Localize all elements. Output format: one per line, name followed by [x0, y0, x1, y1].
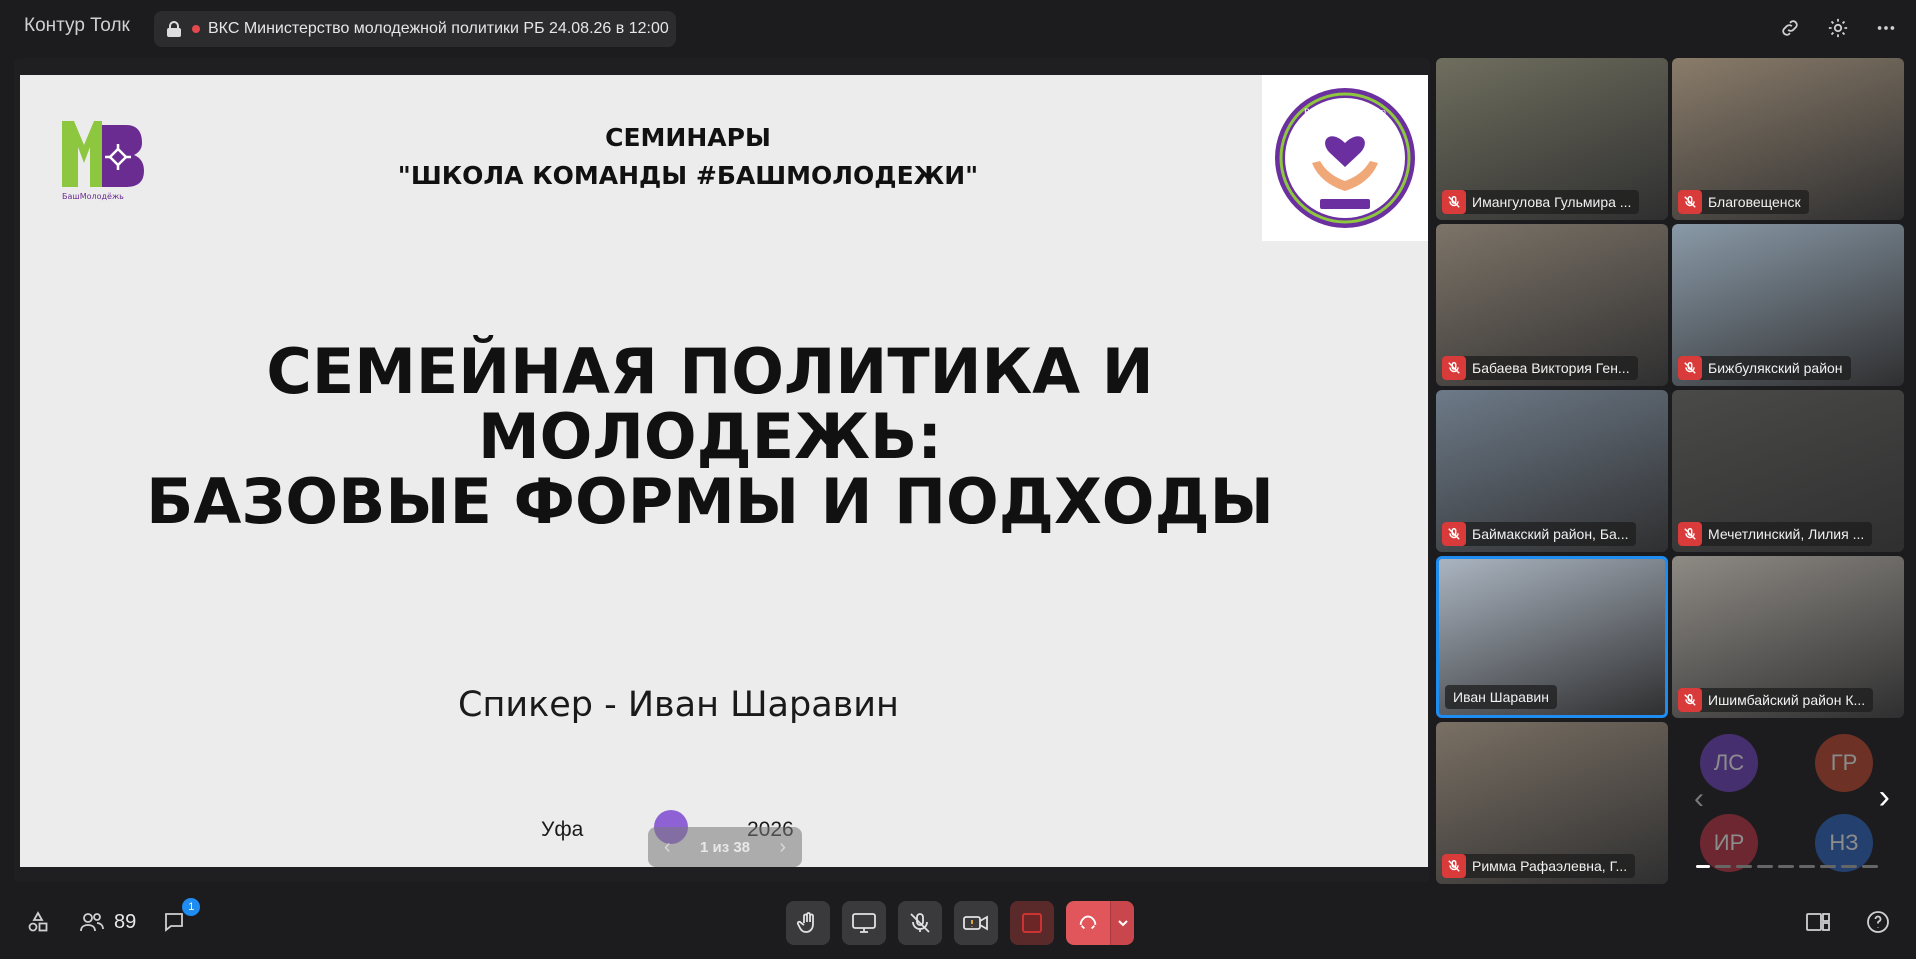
more-icon[interactable]: [1872, 14, 1900, 42]
participant-name: Имангулова Гульмира ...: [1472, 194, 1632, 210]
phone-icon[interactable]: [1066, 901, 1110, 945]
mic-off-icon: [1678, 356, 1702, 380]
link-icon[interactable]: [1776, 14, 1804, 42]
record-icon: [1022, 913, 1042, 933]
bottom-bar: 89 1: [0, 892, 1916, 959]
slide-header: СЕМИНАРЫ "ШКОЛА КОМАНДЫ #БАШМОЛОДЕЖИ": [20, 119, 1356, 195]
participant-tile[interactable]: Благовещенск: [1672, 58, 1904, 220]
avatar: ИР: [1700, 814, 1758, 872]
participant-name: Ишимбайский район К...: [1708, 692, 1866, 708]
apps-icon[interactable]: [22, 906, 54, 938]
participant-tile[interactable]: Мечетлинский, Лилия ...: [1672, 390, 1904, 552]
participants-icon[interactable]: [76, 906, 108, 938]
participant-name-bar: Иван Шаравин: [1445, 685, 1557, 709]
mic-off-icon: [1678, 522, 1702, 546]
presentation-slide: БашМолодёжь Ресурсный центр СЕМИНАРЫ "ШК…: [20, 75, 1428, 867]
hand-icon: [796, 912, 814, 933]
chevron-right-icon[interactable]: ›: [1879, 778, 1890, 817]
microphone-button[interactable]: [898, 901, 942, 945]
mic-off-icon: [1442, 854, 1466, 878]
lock-icon: [166, 21, 182, 37]
participant-name: Мечетлинский, Лилия ...: [1708, 526, 1865, 542]
participant-name-bar: Бижбулякский район: [1678, 356, 1851, 380]
participant-name: Бижбулякский район: [1708, 360, 1843, 376]
participant-tile[interactable]: Римма Рафаэлевна, Г...: [1436, 722, 1668, 884]
meeting-title: ВКС Министерство молодежной политики РБ …: [208, 20, 669, 37]
mic-off-icon: [1442, 522, 1466, 546]
participant-name-bar: Имангулова Гульмира ...: [1442, 190, 1640, 214]
slide-city: Уфа: [541, 818, 584, 841]
more-participants-group[interactable]: ЛС ГР ИР НЗ ‹ ›: [1670, 722, 1902, 884]
avatar: НЗ: [1815, 814, 1873, 872]
participant-name: Иван Шаравин: [1453, 689, 1549, 705]
avatar: ГР: [1815, 734, 1873, 792]
hang-up-button[interactable]: [1066, 901, 1134, 945]
avatar: ЛС: [1700, 734, 1758, 792]
participant-tile[interactable]: Бабаева Виктория Ген...: [1436, 224, 1668, 386]
participants-count[interactable]: 89: [114, 911, 136, 934]
slide-header-line2: "ШКОЛА КОМАНДЫ #БАШМОЛОДЕЖИ": [397, 161, 979, 190]
slide-header-line1: СЕМИНАРЫ: [605, 123, 771, 152]
meeting-title-pill[interactable]: ВКС Министерство молодежной политики РБ …: [154, 11, 676, 47]
participant-tile[interactable]: Бижбулякский район: [1672, 224, 1904, 386]
participant-name-bar: Баймакский район, Ба...: [1442, 522, 1637, 546]
recording-indicator-icon: [192, 25, 200, 33]
slide-title-line3: БАЗОВЫЕ ФОРМЫ И ПОДХОДЫ: [146, 465, 1274, 538]
participant-tile[interactable]: Ишимбайский район К...: [1672, 556, 1904, 718]
raise-hand-button[interactable]: [786, 901, 830, 945]
slide-title-line1: СЕМЕЙНАЯ ПОЛИТИКА И: [266, 335, 1154, 408]
gear-icon[interactable]: [1824, 14, 1852, 42]
prev-slide-icon[interactable]: ‹: [664, 836, 671, 859]
chevron-down-icon[interactable]: [1110, 901, 1134, 945]
camera-warning-icon: [963, 915, 988, 931]
slide-main-title: СЕМЕЙНАЯ ПОЛИТИКА И МОЛОДЕЖЬ: БАЗОВЫЕ ФО…: [20, 339, 1400, 534]
slide-pager: ‹ 1 из 38 ›: [648, 827, 802, 867]
mic-off-icon: [910, 913, 930, 933]
record-button[interactable]: [1010, 901, 1054, 945]
camera-button[interactable]: [954, 901, 998, 945]
next-slide-icon[interactable]: ›: [779, 836, 786, 859]
slide-title-line2: МОЛОДЕЖЬ:: [477, 400, 943, 473]
participant-name-bar: Мечетлинский, Лилия ...: [1678, 522, 1873, 546]
participant-name-bar: Римма Рафаэлевна, Г...: [1442, 854, 1636, 878]
pagination-dots: [1696, 865, 1878, 868]
participant-name-bar: Бабаева Виктория Ген...: [1442, 356, 1638, 380]
participant-name-bar: Благовещенск: [1678, 190, 1809, 214]
participant-tile[interactable]: Баймакский район, Ба...: [1436, 390, 1668, 552]
participant-tile[interactable]: Иван Шаравин: [1436, 556, 1668, 718]
layout-icon[interactable]: [1802, 906, 1834, 938]
monitor-icon: [852, 913, 876, 933]
chat-badge: 1: [182, 898, 201, 916]
participant-name: Римма Рафаэлевна, Г...: [1472, 858, 1628, 874]
mic-off-icon: [1442, 356, 1466, 380]
mic-off-icon: [1442, 190, 1466, 214]
chevron-left-icon[interactable]: ‹: [1694, 782, 1704, 816]
participant-name: Благовещенск: [1708, 194, 1801, 210]
help-icon[interactable]: [1862, 906, 1894, 938]
chat-icon[interactable]: 1: [158, 898, 201, 938]
slide-page-counter: 1 из 38: [699, 838, 751, 856]
top-bar: Контур Толк ВКС Министерство молодежной …: [0, 0, 1916, 56]
app-title: Контур Толк: [24, 15, 130, 36]
participant-name: Баймакский район, Ба...: [1472, 526, 1629, 542]
screen-share-button[interactable]: [842, 901, 886, 945]
participant-tile[interactable]: Имангулова Гульмира ...: [1436, 58, 1668, 220]
right-logo-caption: Ресурсный центр: [1304, 108, 1386, 118]
mic-off-icon: [1678, 688, 1702, 712]
mic-off-icon: [1678, 190, 1702, 214]
slide-speaker: Спикер - Иван Шаравин: [458, 685, 899, 725]
participant-name: Бабаева Виктория Ген...: [1472, 360, 1630, 376]
participant-name-bar: Ишимбайский район К...: [1678, 688, 1874, 712]
